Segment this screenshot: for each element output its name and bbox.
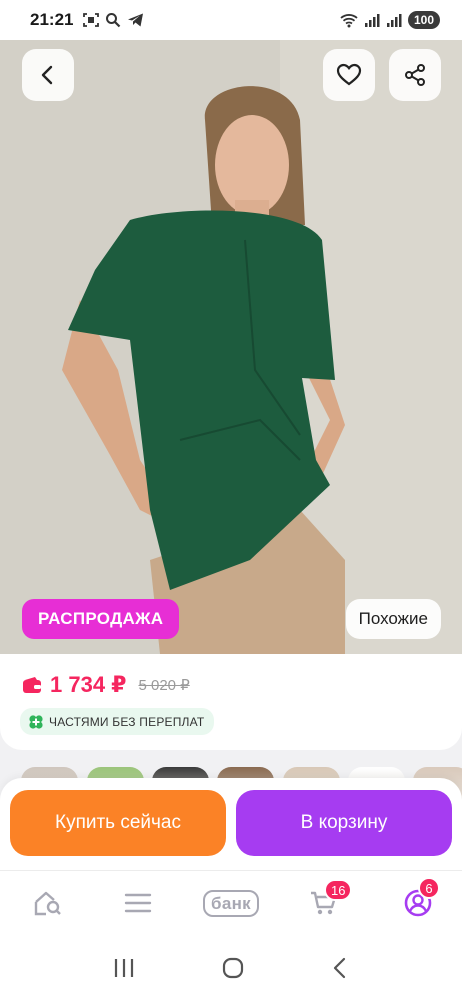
status-time: 21:21 [30, 10, 74, 29]
favorite-button[interactable] [323, 49, 375, 101]
plus-icon [29, 714, 43, 729]
action-bar: Купить сейчас В корзину [0, 778, 462, 870]
chevron-left-icon [41, 65, 53, 85]
system-navigation [0, 936, 462, 1000]
back-nav-icon[interactable] [330, 956, 350, 980]
screenshot-icon [83, 13, 100, 27]
back-button[interactable] [22, 49, 74, 101]
sale-badge: РАСПРОДАЖА [22, 599, 180, 639]
nav-cart[interactable]: 16 [304, 879, 353, 923]
installments-badge[interactable]: ЧАСТЯМИ БЕЗ ПЕРЕПЛАТ [20, 708, 215, 735]
installments-label: ЧАСТЯМИ БЕЗ ПЕРЕПЛАТ [49, 714, 205, 729]
price-row: 1 734 ₽ 5 020 ₽ [22, 672, 190, 698]
heart-icon [336, 63, 362, 86]
profile-badge: 6 [418, 877, 440, 899]
share-icon [405, 64, 425, 86]
old-price: 5 020 ₽ [138, 677, 190, 694]
telegram-icon [128, 13, 144, 27]
home-search-icon [34, 891, 61, 916]
status-bar: 21:21 100 [0, 0, 462, 40]
wallet-icon [23, 677, 41, 693]
nav-bank[interactable]: банк [198, 883, 264, 923]
menu-icon [124, 893, 152, 913]
nav-home[interactable] [28, 883, 68, 923]
status-left-icons [83, 12, 144, 28]
battery-indicator: 100 [407, 11, 440, 29]
bottom-navigation: банк 16 6 [0, 870, 462, 936]
current-price: 1 734 ₽ [50, 672, 127, 697]
product-photo [0, 40, 462, 654]
signal-icon-2 [386, 13, 402, 27]
signal-icon [364, 13, 380, 27]
buy-now-button[interactable]: Купить сейчас [10, 790, 226, 856]
cart-badge: 16 [324, 879, 353, 901]
status-right-icons: 100 [340, 11, 440, 29]
wifi-icon [340, 13, 358, 27]
price-card: 1 734 ₽ 5 020 ₽ ЧАСТЯМИ БЕЗ ПЕРЕПЛАТ [0, 654, 462, 750]
bank-label: банк [203, 889, 259, 917]
nav-profile[interactable]: 6 [398, 877, 440, 923]
product-image[interactable]: РАСПРОДАЖА Похожие [0, 40, 462, 654]
nav-catalog[interactable] [118, 883, 158, 923]
share-button[interactable] [389, 49, 441, 101]
add-to-cart-button[interactable]: В корзину [236, 790, 452, 856]
home-button-icon[interactable] [221, 956, 245, 980]
similar-button[interactable]: Похожие [345, 599, 441, 639]
recent-apps-icon[interactable] [112, 957, 136, 979]
product-page: 21:21 100 РАСПРОДАЖА Похожие 1 734 ₽ 5 0… [0, 0, 462, 1000]
search-icon [106, 13, 121, 28]
